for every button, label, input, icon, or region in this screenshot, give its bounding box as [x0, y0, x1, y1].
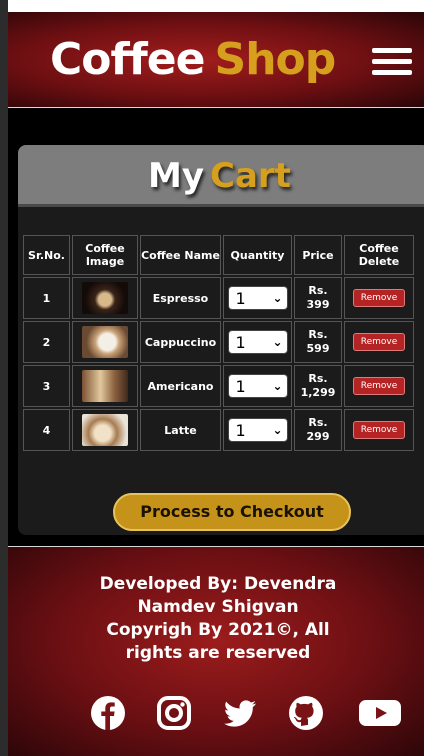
cell-coffee-name: Espresso — [140, 277, 221, 319]
table-header-row: Sr.No. Coffee Image Coffee Name Quantity… — [23, 235, 414, 275]
cell-coffee-name: Americano — [140, 365, 221, 407]
header-divider — [8, 107, 424, 108]
col-header-coffee-image-text: Coffee Image — [85, 242, 125, 268]
footer-credits: Developed By: Devendra Namdev Shigvan Co… — [88, 573, 348, 665]
menu-bar — [372, 59, 412, 64]
col-header-coffee-image: Coffee Image — [72, 235, 138, 275]
brand-word-coffee: Coffee — [50, 34, 205, 85]
cart-title: My Cart — [148, 155, 291, 197]
hamburger-menu-icon[interactable] — [372, 48, 412, 76]
site-header: Coffee Shop — [8, 12, 424, 107]
cell-delete: Remove — [344, 365, 414, 407]
cappuccino-image — [82, 326, 128, 358]
cell-image — [72, 409, 138, 451]
price-amount: 599 — [306, 342, 330, 355]
twitter-icon[interactable] — [222, 695, 258, 731]
chevron-down-icon: ⌄ — [272, 379, 283, 393]
table-row: 3 Americano 1 ⌄ Rs. 1,299 Remove — [23, 365, 414, 407]
quantity-value: 1 — [235, 420, 246, 440]
col-header-coffee-delete: Coffee Delete — [344, 235, 414, 275]
cell-delete: Remove — [344, 277, 414, 319]
credits-line: Copyrigh By 2021©, All — [106, 620, 330, 640]
facebook-icon[interactable] — [90, 695, 126, 731]
credits-line: rights are reserved — [125, 643, 311, 663]
cell-price: Rs. 399 — [294, 277, 342, 319]
cell-sr-no: 3 — [23, 365, 70, 407]
cell-image — [72, 277, 138, 319]
remove-button[interactable]: Remove — [353, 377, 405, 395]
site-logo[interactable]: Coffee Shop — [50, 32, 337, 88]
cell-delete: Remove — [344, 321, 414, 363]
quantity-select[interactable]: 1 ⌄ — [227, 330, 288, 354]
chevron-down-icon: ⌄ — [272, 423, 283, 437]
price-currency: Rs. — [308, 416, 328, 429]
page: Coffee Shop My Cart Sr.No. Coffee Image Co… — [8, 12, 424, 756]
cell-price: Rs. 599 — [294, 321, 342, 363]
chevron-down-icon: ⌄ — [272, 335, 283, 349]
site-footer: Developed By: Devendra Namdev Shigvan Co… — [8, 547, 424, 756]
checkout-button[interactable]: Process to Checkout — [113, 493, 351, 531]
cell-quantity: 1 ⌄ — [223, 409, 292, 451]
cell-quantity: 1 ⌄ — [223, 365, 292, 407]
quantity-select[interactable]: 1 ⌄ — [227, 374, 288, 398]
cell-price: Rs. 299 — [294, 409, 342, 451]
col-header-price: Price — [294, 235, 342, 275]
col-header-coffee-delete-text: Coffee Delete — [358, 242, 400, 268]
cell-sr-no: 1 — [23, 277, 70, 319]
price-currency: Rs. — [308, 284, 328, 297]
cell-quantity: 1 ⌄ — [223, 277, 292, 319]
table-row: 2 Cappuccino 1 ⌄ Rs. 599 Remove — [23, 321, 414, 363]
table-row: 1 Espresso 1 ⌄ Rs. 399 Remove — [23, 277, 414, 319]
col-header-coffee-name-text: Coffee Name — [141, 248, 220, 262]
cell-image — [72, 365, 138, 407]
remove-button[interactable]: Remove — [353, 421, 405, 439]
quantity-value: 1 — [235, 332, 246, 352]
social-links — [90, 695, 416, 731]
americano-image — [82, 370, 128, 402]
quantity-value: 1 — [235, 288, 246, 308]
price-amount: 1,299 — [300, 386, 336, 399]
cart-title-cart: Cart — [210, 156, 291, 196]
instagram-icon[interactable] — [156, 695, 192, 731]
price-amount: 299 — [306, 430, 330, 443]
quantity-value: 1 — [235, 376, 246, 396]
cell-price: Rs. 1,299 — [294, 365, 342, 407]
youtube-icon[interactable] — [358, 695, 402, 731]
credits-line: Developed By: Devendra — [99, 574, 337, 594]
espresso-image — [82, 282, 128, 314]
price-currency: Rs. — [308, 328, 328, 341]
cell-sr-no: 4 — [23, 409, 70, 451]
cell-coffee-name: Cappuccino — [140, 321, 221, 363]
quantity-select[interactable]: 1 ⌄ — [227, 418, 288, 442]
col-header-quantity: Quantity — [223, 235, 292, 275]
cart-header: My Cart — [18, 145, 424, 207]
remove-button[interactable]: Remove — [353, 333, 405, 351]
cart-title-my: My — [148, 156, 204, 196]
col-header-sr-no: Sr.No. — [23, 235, 70, 275]
table-row: 4 Latte 1 ⌄ Rs. 299 Remove — [23, 409, 414, 451]
window-left-edge — [0, 0, 8, 756]
cell-quantity: 1 ⌄ — [223, 321, 292, 363]
menu-bar — [372, 48, 412, 53]
brand-word-shop: Shop — [214, 34, 337, 85]
cell-image — [72, 321, 138, 363]
chevron-down-icon: ⌄ — [272, 291, 283, 305]
cell-coffee-name: Latte — [140, 409, 221, 451]
remove-button[interactable]: Remove — [353, 289, 405, 307]
quantity-select[interactable]: 1 ⌄ — [227, 286, 288, 310]
latte-image — [82, 414, 128, 446]
cell-sr-no: 2 — [23, 321, 70, 363]
github-icon[interactable] — [288, 695, 324, 731]
price-amount: 399 — [306, 298, 330, 311]
menu-bar — [372, 70, 412, 75]
cell-delete: Remove — [344, 409, 414, 451]
cart-panel: My Cart Sr.No. Coffee Image Coffee Name Q… — [18, 145, 424, 535]
price-currency: Rs. — [308, 372, 328, 385]
credits-line: Namdev Shigvan — [137, 597, 299, 617]
cart-table: Sr.No. Coffee Image Coffee Name Quantity… — [21, 233, 416, 453]
col-header-coffee-name: Coffee Name — [140, 235, 221, 275]
